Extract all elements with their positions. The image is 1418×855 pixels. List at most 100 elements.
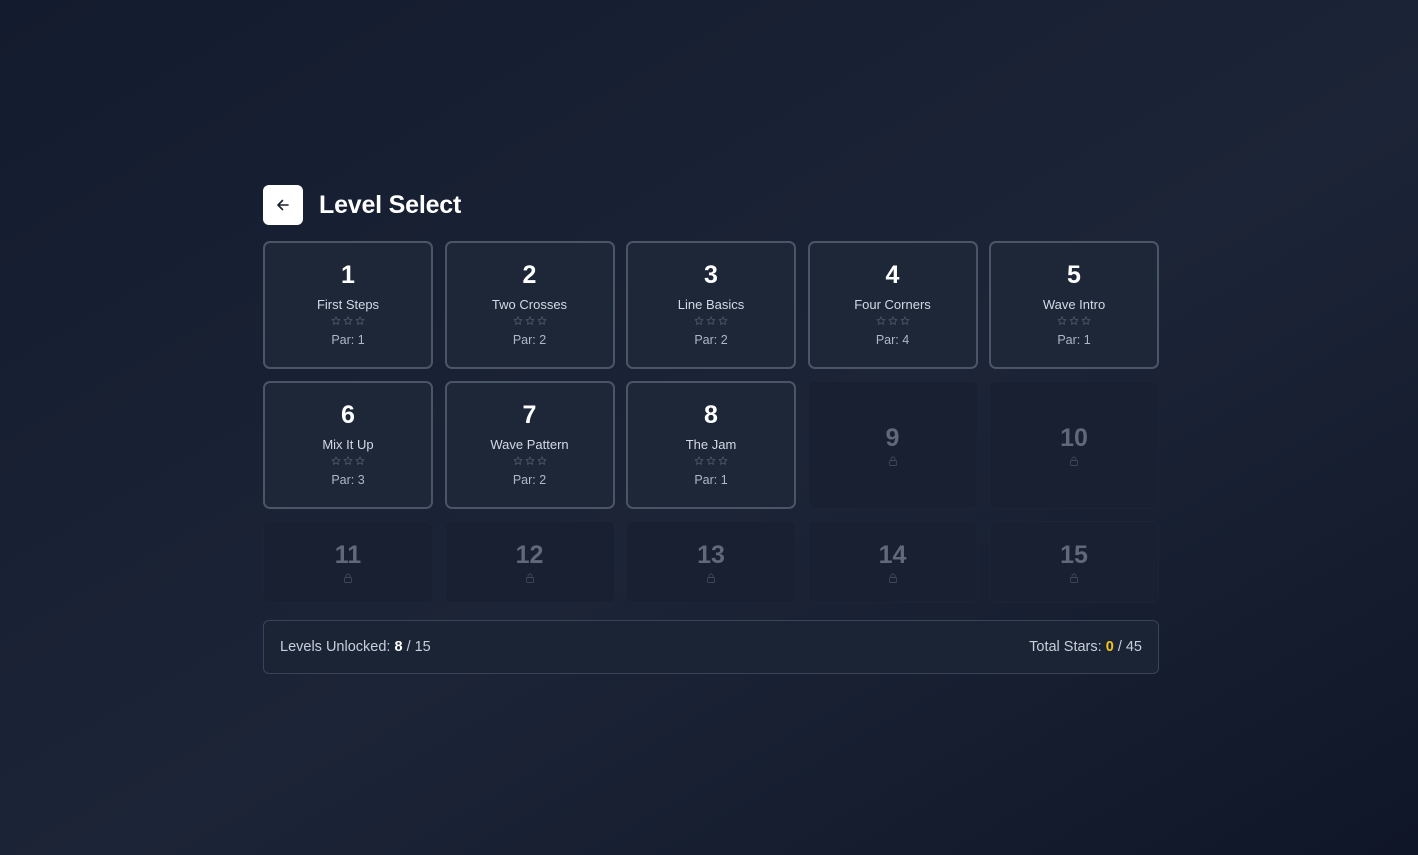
lock-icon bbox=[343, 573, 353, 583]
level-card-12: 12 bbox=[444, 521, 615, 603]
level-name: Wave Intro bbox=[1042, 297, 1106, 312]
level-number: 5 bbox=[1067, 261, 1081, 289]
level-number: 15 bbox=[1060, 541, 1088, 569]
level-select-screen: Level Select 1 First Steps Par: 1 2 Two Cros… bbox=[263, 185, 1159, 674]
level-number: 11 bbox=[334, 541, 362, 569]
level-name: Line Basics bbox=[677, 297, 745, 312]
level-card-3[interactable]: 3 Line Basics Par: 2 bbox=[626, 241, 796, 369]
arrow-left-icon bbox=[276, 198, 290, 212]
star-icon bbox=[343, 316, 353, 326]
lock-icon bbox=[525, 573, 535, 583]
level-stars bbox=[694, 456, 728, 466]
level-number: 7 bbox=[522, 401, 537, 429]
level-name: First Steps bbox=[316, 297, 380, 312]
level-card-9: 9 bbox=[807, 381, 978, 509]
star-icon bbox=[694, 456, 704, 466]
level-par: Par: 2 bbox=[694, 333, 728, 347]
lock-icon bbox=[888, 573, 898, 583]
level-number: 14 bbox=[878, 541, 907, 569]
level-stars bbox=[694, 316, 728, 326]
star-icon bbox=[537, 316, 547, 326]
level-card-4[interactable]: 4 Four Corners Par: 4 bbox=[807, 241, 978, 369]
star-icon bbox=[355, 456, 365, 466]
star-icon bbox=[355, 316, 365, 326]
star-icon bbox=[525, 456, 535, 466]
total-stars-count: 0 bbox=[1105, 639, 1114, 655]
level-number: 4 bbox=[885, 261, 900, 289]
level-number: 6 bbox=[341, 401, 355, 429]
level-stars bbox=[331, 316, 365, 326]
level-card-15: 15 bbox=[989, 521, 1159, 603]
level-number: 12 bbox=[515, 541, 544, 569]
star-icon bbox=[331, 456, 341, 466]
lock-icon bbox=[706, 573, 716, 583]
level-par: Par: 1 bbox=[331, 333, 365, 347]
level-grid: 1 First Steps Par: 1 2 Two Crosses Par: 2 3 Lin… bbox=[263, 241, 1159, 615]
star-icon bbox=[888, 316, 898, 326]
star-icon bbox=[694, 316, 704, 326]
page-title: Level Select bbox=[319, 190, 462, 219]
level-card-10: 10 bbox=[989, 381, 1159, 509]
level-number: 8 bbox=[704, 401, 718, 429]
level-stars bbox=[331, 456, 365, 466]
level-stars bbox=[513, 456, 547, 466]
levels-unlocked-label: Levels Unlocked: bbox=[280, 639, 391, 655]
level-par: Par: 2 bbox=[512, 333, 547, 347]
level-name: Wave Pattern bbox=[490, 437, 569, 452]
level-par: Par: 1 bbox=[1057, 333, 1091, 347]
level-card-13: 13 bbox=[626, 521, 796, 603]
lock-icon bbox=[888, 456, 898, 466]
star-icon bbox=[343, 456, 353, 466]
levels-unlocked-count: 8 bbox=[394, 639, 403, 655]
total-stars-total: / 45 bbox=[1117, 639, 1142, 655]
star-icon bbox=[513, 316, 523, 326]
level-name: Four Corners bbox=[854, 297, 931, 312]
level-number: 13 bbox=[697, 541, 725, 569]
star-icon bbox=[706, 456, 716, 466]
level-card-11: 11 bbox=[263, 521, 433, 603]
total-stars: Total Stars: 0 / 45 bbox=[1029, 639, 1142, 655]
level-name: Mix It Up bbox=[322, 437, 374, 452]
level-name: The Jam bbox=[685, 437, 737, 452]
level-card-1[interactable]: 1 First Steps Par: 1 bbox=[263, 241, 433, 369]
star-icon bbox=[718, 456, 728, 466]
level-par: Par: 1 bbox=[694, 473, 728, 487]
level-par: Par: 3 bbox=[331, 473, 365, 487]
level-number: 2 bbox=[522, 261, 537, 289]
lock-icon bbox=[1069, 456, 1079, 466]
levels-unlocked-total: / 15 bbox=[406, 639, 431, 655]
level-card-2[interactable]: 2 Two Crosses Par: 2 bbox=[444, 241, 615, 369]
progress-footer: Levels Unlocked: 8 / 15 Total Stars: 0 /… bbox=[263, 620, 1159, 674]
star-icon bbox=[513, 456, 523, 466]
star-icon bbox=[525, 316, 535, 326]
star-icon bbox=[1057, 316, 1067, 326]
star-icon bbox=[537, 456, 547, 466]
level-par: Par: 4 bbox=[875, 333, 910, 347]
level-name: Two Crosses bbox=[491, 297, 568, 312]
lock-icon bbox=[1069, 573, 1079, 583]
level-card-14: 14 bbox=[807, 521, 978, 603]
star-icon bbox=[331, 316, 341, 326]
header: Level Select bbox=[263, 185, 1159, 225]
level-card-6[interactable]: 6 Mix It Up Par: 3 bbox=[263, 381, 433, 509]
level-stars bbox=[876, 316, 910, 326]
back-button[interactable] bbox=[263, 185, 303, 225]
level-card-7[interactable]: 7 Wave Pattern Par: 2 bbox=[444, 381, 615, 509]
level-number: 10 bbox=[1060, 424, 1088, 452]
level-stars bbox=[513, 316, 547, 326]
total-stars-label: Total Stars: bbox=[1029, 639, 1102, 655]
level-card-5[interactable]: 5 Wave Intro Par: 1 bbox=[989, 241, 1159, 369]
star-icon bbox=[900, 316, 910, 326]
star-icon bbox=[718, 316, 728, 326]
star-icon bbox=[876, 316, 886, 326]
level-number: 3 bbox=[704, 261, 718, 289]
star-icon bbox=[706, 316, 716, 326]
levels-unlocked: Levels Unlocked: 8 / 15 bbox=[280, 639, 431, 655]
star-icon bbox=[1081, 316, 1091, 326]
star-icon bbox=[1069, 316, 1079, 326]
level-number: 9 bbox=[885, 424, 900, 452]
level-number: 1 bbox=[341, 261, 355, 289]
level-par: Par: 2 bbox=[512, 473, 547, 487]
level-card-8[interactable]: 8 The Jam Par: 1 bbox=[626, 381, 796, 509]
level-stars bbox=[1057, 316, 1091, 326]
